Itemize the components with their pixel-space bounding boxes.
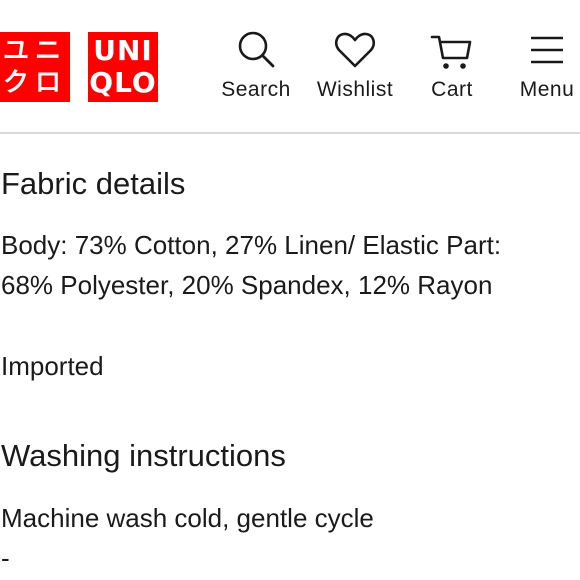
washing-instructions-line2: - <box>1 543 10 573</box>
logo-katakana-line1: ユニ <box>2 36 67 66</box>
washing-instructions-line1: Machine wash cold, gentle cycle <box>1 503 374 533</box>
nav-cart-label: Cart <box>431 78 473 101</box>
uniqlo-logo-katakana[interactable]: ユニ クロ <box>0 32 70 102</box>
site-header: ユニ クロ UNI QLO Search Wishlist Cart Menu <box>0 0 580 134</box>
fabric-origin: Imported <box>1 351 104 381</box>
nav-menu-label: Menu <box>519 78 575 101</box>
hamburger-icon <box>531 36 563 64</box>
washing-instructions-heading: Washing instructions <box>1 438 286 473</box>
nav-wishlist-button[interactable]: Wishlist <box>310 30 400 104</box>
fabric-composition-line2: 68% Polyester, 20% Spandex, 12% Rayon <box>1 270 493 300</box>
nav-cart-button[interactable]: Cart <box>420 30 484 104</box>
fabric-details-heading: Fabric details <box>1 166 186 201</box>
logo-latin-line1: UNI <box>93 34 153 67</box>
search-icon <box>238 31 275 68</box>
uniqlo-logo-latin[interactable]: UNI QLO <box>88 32 158 102</box>
cart-icon <box>430 35 472 69</box>
heart-icon <box>334 32 376 68</box>
nav-menu-button[interactable]: Menu <box>514 30 580 104</box>
nav-search-button[interactable]: Search <box>214 30 298 104</box>
nav-wishlist-label: Wishlist <box>316 78 394 101</box>
logo-latin-line2: QLO <box>89 66 157 99</box>
logo-katakana-line2: クロ <box>2 68 67 98</box>
nav-search-label: Search <box>221 78 291 101</box>
fabric-composition-line1: Body: 73% Cotton, 27% Linen/ Elastic Par… <box>1 230 502 260</box>
